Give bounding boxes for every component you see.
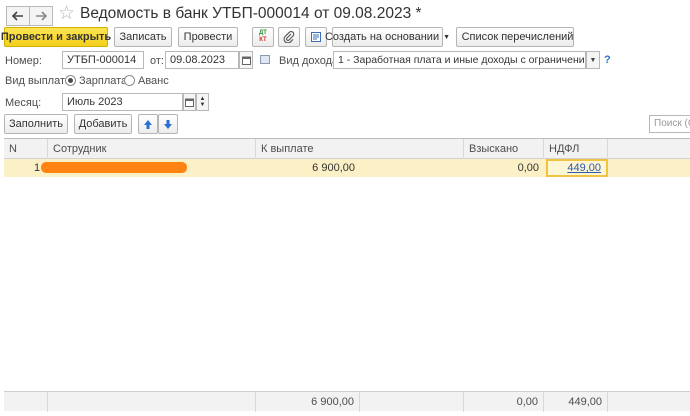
- help-link[interactable]: ?: [604, 54, 611, 66]
- ndfl-value-link[interactable]: 449,00: [567, 162, 601, 174]
- dropdown-arrow-icon: ▼: [589, 56, 597, 64]
- income-type-dropdown[interactable]: ▼: [586, 51, 600, 69]
- arrow-right-icon: [36, 11, 47, 21]
- dt-label: ДТ: [259, 30, 267, 36]
- total-ndfl: 449,00: [544, 392, 608, 412]
- report-button[interactable]: [305, 27, 327, 47]
- col-to-pay[interactable]: К выплате: [256, 139, 464, 159]
- table-header: N Сотрудник К выплате Взыскано НДФЛ: [4, 139, 690, 159]
- create-based-on-button[interactable]: Создать на основании ▼: [325, 27, 450, 47]
- table-row[interactable]: 1 6 900,00 0,00 449,00: [4, 159, 690, 177]
- kt-label: КТ: [259, 37, 267, 43]
- dropdown-arrow-icon: ▼: [443, 33, 451, 41]
- number-label: Номер:: [5, 55, 42, 67]
- col-ndfl[interactable]: НДФЛ: [544, 139, 608, 159]
- date-field[interactable]: 09.08.2023: [165, 51, 239, 69]
- radio-advance-label[interactable]: Аванс: [138, 75, 169, 87]
- date-picker-button[interactable]: [239, 51, 253, 69]
- radio-salary-label[interactable]: Зарплата: [79, 75, 127, 87]
- post-and-close-button[interactable]: Провести и закрыть: [1, 27, 111, 47]
- month-picker-button[interactable]: [183, 93, 196, 111]
- favorite-star-icon[interactable]: ☆: [58, 3, 75, 25]
- month-label: Месяц:: [5, 97, 42, 109]
- cell-ndfl[interactable]: 449,00: [546, 159, 608, 177]
- move-down-button[interactable]: [158, 114, 178, 134]
- forward-button[interactable]: [29, 6, 53, 26]
- total-collected: 0,00: [464, 392, 544, 412]
- back-button[interactable]: [6, 6, 30, 26]
- footer-gap: [360, 392, 464, 412]
- cell-collected[interactable]: 0,00: [464, 159, 544, 177]
- col-n[interactable]: N: [4, 139, 48, 159]
- cell-employee[interactable]: [48, 159, 256, 177]
- search-input[interactable]: Поиск (Ct: [649, 115, 690, 133]
- income-type-field[interactable]: 1 - Заработная плата и иные доходы с огр…: [333, 51, 586, 69]
- post-button[interactable]: Провести: [178, 27, 238, 47]
- footer-employee: [48, 392, 256, 412]
- status-checkbox[interactable]: [260, 55, 270, 64]
- add-button[interactable]: Добавить: [74, 114, 132, 134]
- transfers-list-label: Список перечислений: [461, 31, 574, 43]
- calendar-icon: [185, 98, 194, 107]
- radio-salary[interactable]: [65, 75, 76, 86]
- employees-table: N Сотрудник К выплате Взыскано НДФЛ 1 6 …: [4, 138, 690, 412]
- move-up-button[interactable]: [138, 114, 158, 134]
- create-based-on-label: Создать на основании: [324, 31, 440, 43]
- col-collected[interactable]: Взыскано: [464, 139, 544, 159]
- footer-n: [4, 392, 48, 412]
- col-employee[interactable]: Сотрудник: [48, 139, 256, 159]
- calendar-icon: [241, 56, 251, 65]
- page-title: Ведомость в банк УТБП-000014 от 09.08.20…: [80, 5, 422, 22]
- table-footer: 6 900,00 0,00 449,00: [4, 391, 690, 412]
- number-field[interactable]: УТБП-000014: [62, 51, 144, 69]
- radio-advance[interactable]: [124, 75, 135, 86]
- total-to-pay: 6 900,00: [256, 392, 360, 412]
- cell-to-pay[interactable]: 6 900,00: [256, 159, 360, 177]
- income-type-label: Вид дохода:: [279, 55, 342, 67]
- date-label: от:: [150, 55, 164, 67]
- dt-kt-button[interactable]: ДТ КТ: [252, 27, 274, 47]
- fill-button[interactable]: Заполнить: [4, 114, 68, 134]
- chevron-down-icon[interactable]: ▼: [200, 102, 206, 108]
- report-icon: [311, 32, 321, 42]
- transfers-list-button[interactable]: Список перечислений: [456, 27, 574, 47]
- arrow-left-icon: [12, 11, 23, 21]
- month-stepper[interactable]: ▲ ▼: [196, 93, 209, 111]
- arrow-up-icon: [144, 119, 152, 129]
- month-field[interactable]: Июль 2023: [62, 93, 183, 111]
- attach-button[interactable]: [278, 27, 300, 47]
- paperclip-icon: [283, 31, 295, 43]
- save-button[interactable]: Записать: [114, 27, 172, 47]
- arrow-down-icon: [164, 119, 172, 129]
